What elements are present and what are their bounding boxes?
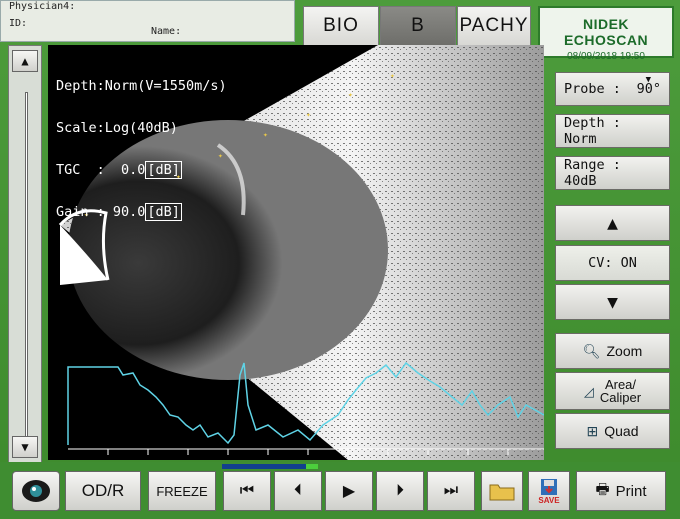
patient-header: Physician4: ID: Name:	[0, 0, 295, 42]
step-back-icon: ⏴	[293, 482, 302, 499]
quad-button[interactable]: ⊞ Quad	[555, 413, 670, 449]
step-forward-icon: ⏵	[395, 482, 404, 499]
play-icon: ▶	[342, 483, 356, 500]
b-scan-image[interactable]: ✦ ✦ ✦ ✦ ✦ ✦ ✦ Depth:Norm(V=1550m/s) Scal…	[48, 45, 544, 460]
name-label: Name:	[151, 26, 182, 37]
left-scrollbar[interactable]: ▲ ▼	[8, 45, 42, 463]
physician-label: Physician4:	[9, 1, 76, 12]
probe-button[interactable]: Probe : 90° ▼	[555, 72, 670, 106]
save-label: SAVE	[538, 495, 560, 505]
zoom-button[interactable]: 🔍︎ Zoom	[555, 333, 670, 369]
first-frame-button[interactable]: ⏮	[223, 471, 271, 511]
quad-grid-icon: ⊞	[586, 422, 599, 439]
scroll-down-icon[interactable]: ▼	[12, 436, 38, 458]
eye-icon	[22, 480, 50, 502]
tab-pachy[interactable]: PACHY	[457, 6, 531, 46]
gain-readout: Gain : 90.0 [dB]	[56, 203, 182, 221]
svg-text:✦: ✦	[263, 130, 268, 139]
print-button[interactable]: 🖶 Print	[576, 471, 666, 511]
svg-text:✦: ✦	[390, 71, 395, 80]
arrow-down-icon: ▼	[607, 291, 618, 313]
freeze-button[interactable]: FREEZE	[148, 471, 216, 511]
depth-readout: Depth:Norm(V=1550m/s)	[56, 78, 227, 94]
range-button[interactable]: Range : 40dB	[555, 156, 670, 190]
cv-up-button[interactable]: ▲	[555, 205, 670, 241]
eye-button[interactable]	[12, 471, 60, 511]
skip-last-icon: ⏭	[443, 482, 459, 499]
od-r-button[interactable]: OD/R	[65, 471, 141, 511]
folder-icon	[489, 484, 515, 501]
play-button[interactable]: ▶	[325, 471, 373, 511]
svg-text:✦: ✦	[348, 90, 353, 99]
scan-info-overlay: Depth:Norm(V=1550m/s) Scale:Log(40dB) TG…	[56, 51, 227, 247]
probe-label: Probe :	[564, 81, 621, 97]
save-button[interactable]: SAVE	[528, 471, 570, 511]
date-time: 08/09/2018 19:50	[567, 51, 645, 62]
id-label: ID:	[9, 18, 28, 29]
printer-icon: 🖶	[595, 480, 610, 498]
scroll-track[interactable]	[25, 92, 28, 442]
brand-name: NIDEK ECHOSCAN	[563, 16, 649, 48]
depth-button[interactable]: Depth : Norm	[555, 114, 670, 148]
arrow-up-icon: ▲	[607, 212, 618, 234]
playback-progress	[222, 464, 318, 469]
area-caliper-button[interactable]: ◿ Area/Caliper	[555, 372, 670, 410]
tgc-readout: TGC : 0.0 [dB]	[56, 161, 182, 179]
tab-bio[interactable]: BIO	[303, 6, 379, 46]
tab-b[interactable]: B	[380, 6, 456, 46]
skip-first-icon: ⏮	[239, 482, 255, 499]
last-frame-button[interactable]: ⏭	[427, 471, 475, 511]
open-folder-button[interactable]	[481, 471, 523, 511]
cv-toggle[interactable]: CV: ON	[555, 245, 670, 281]
scale-readout: Scale:Log(40dB)	[56, 120, 178, 136]
magnifier-icon: 🔍︎	[582, 342, 601, 359]
brand-panel: NIDEK ECHOSCAN 08/09/2018 19:50	[538, 6, 674, 62]
triangle-ruler-icon: ◿	[583, 383, 594, 399]
next-frame-button[interactable]: ⏵	[376, 471, 424, 511]
prev-frame-button[interactable]: ⏴	[274, 471, 322, 511]
svg-text:✦: ✦	[306, 110, 311, 119]
scroll-up-icon[interactable]: ▲	[12, 50, 38, 72]
cv-down-button[interactable]: ▼	[555, 284, 670, 320]
save-disk-icon	[541, 478, 557, 495]
probe-marker-icon: ▼	[645, 75, 651, 85]
